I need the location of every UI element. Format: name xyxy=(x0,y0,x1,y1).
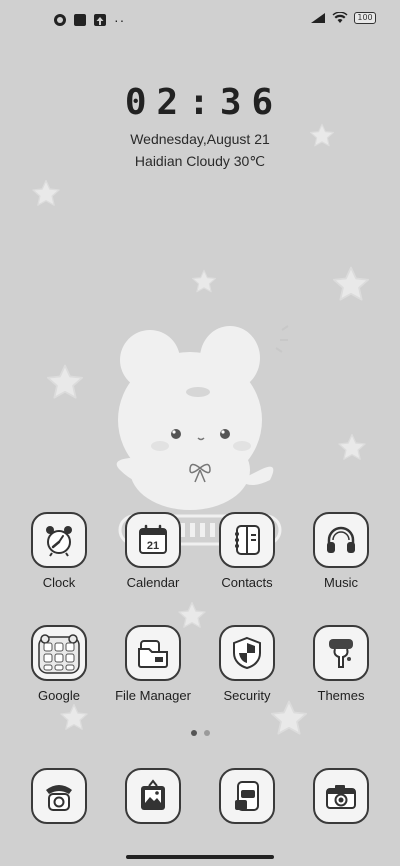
calendar-day: 21 xyxy=(147,540,159,552)
status-bar: ·· 100 xyxy=(0,12,400,32)
google-folder-icon xyxy=(38,634,80,674)
app-label: Music xyxy=(324,575,358,590)
system-icons: 100 xyxy=(310,12,376,24)
app-label: Contacts xyxy=(221,575,273,590)
app-label: File Manager xyxy=(115,688,191,703)
app-messages[interactable] xyxy=(200,768,294,824)
folder-icon xyxy=(138,640,168,668)
contacts-book-icon xyxy=(235,525,260,555)
app-themes[interactable]: Themes xyxy=(294,625,388,703)
page-dot-active[interactable] xyxy=(190,730,197,736)
shield-icon xyxy=(233,636,261,670)
alarm-clock-icon xyxy=(46,526,72,557)
calendar-icon: 21 xyxy=(139,524,167,554)
star-decoration-icon xyxy=(191,269,217,293)
app-security[interactable]: Security xyxy=(200,625,294,703)
app-calendar[interactable]: 21 Calendar xyxy=(106,512,200,590)
page-dot[interactable] xyxy=(203,730,210,736)
clock-time: 02:36 xyxy=(124,82,284,123)
upload-notification-icon xyxy=(94,14,106,26)
app-phone[interactable] xyxy=(12,768,106,824)
notification-icons: ·· xyxy=(54,12,126,28)
app-notification-icon xyxy=(54,14,66,26)
more-dots-icon: ·· xyxy=(114,12,126,28)
headphones-icon xyxy=(327,526,355,553)
app-label: Google xyxy=(38,688,80,703)
app-file-manager[interactable]: File Manager xyxy=(106,625,200,703)
paint-roller-icon xyxy=(329,639,353,668)
battery-icon: 100 xyxy=(354,12,376,24)
app-gallery[interactable] xyxy=(106,768,200,824)
clock-widget[interactable]: 02:36 Wednesday,August 21 Haidian Cloudy… xyxy=(0,82,400,170)
square-notification-icon xyxy=(74,14,86,26)
app-label: Security xyxy=(223,688,271,703)
star-decoration-icon xyxy=(332,266,370,301)
gallery-icon xyxy=(141,779,165,810)
app-camera[interactable] xyxy=(294,768,388,824)
star-decoration-icon xyxy=(32,180,60,206)
app-label: Themes xyxy=(317,688,365,703)
page-indicator[interactable] xyxy=(0,730,400,736)
app-label: Clock xyxy=(42,575,76,590)
app-music[interactable]: Music xyxy=(294,512,388,590)
star-decoration-icon xyxy=(309,123,335,147)
messages-icon xyxy=(235,781,259,811)
weather-info[interactable]: Haidian Cloudy 30℃ xyxy=(0,153,400,170)
app-label: Calendar xyxy=(126,575,180,590)
wifi-icon xyxy=(332,12,348,23)
clock-date: Wednesday,August 21 xyxy=(130,131,270,147)
camera-icon xyxy=(326,785,356,809)
app-clock[interactable]: Clock xyxy=(12,512,106,590)
home-gesture-bar[interactable] xyxy=(126,855,274,859)
star-decoration-icon xyxy=(46,364,84,399)
signal-icon xyxy=(311,13,325,23)
app-google-folder[interactable]: Google xyxy=(12,625,106,703)
star-decoration-icon xyxy=(338,434,366,460)
app-contacts[interactable]: Contacts xyxy=(200,512,294,590)
phone-icon xyxy=(46,785,72,811)
